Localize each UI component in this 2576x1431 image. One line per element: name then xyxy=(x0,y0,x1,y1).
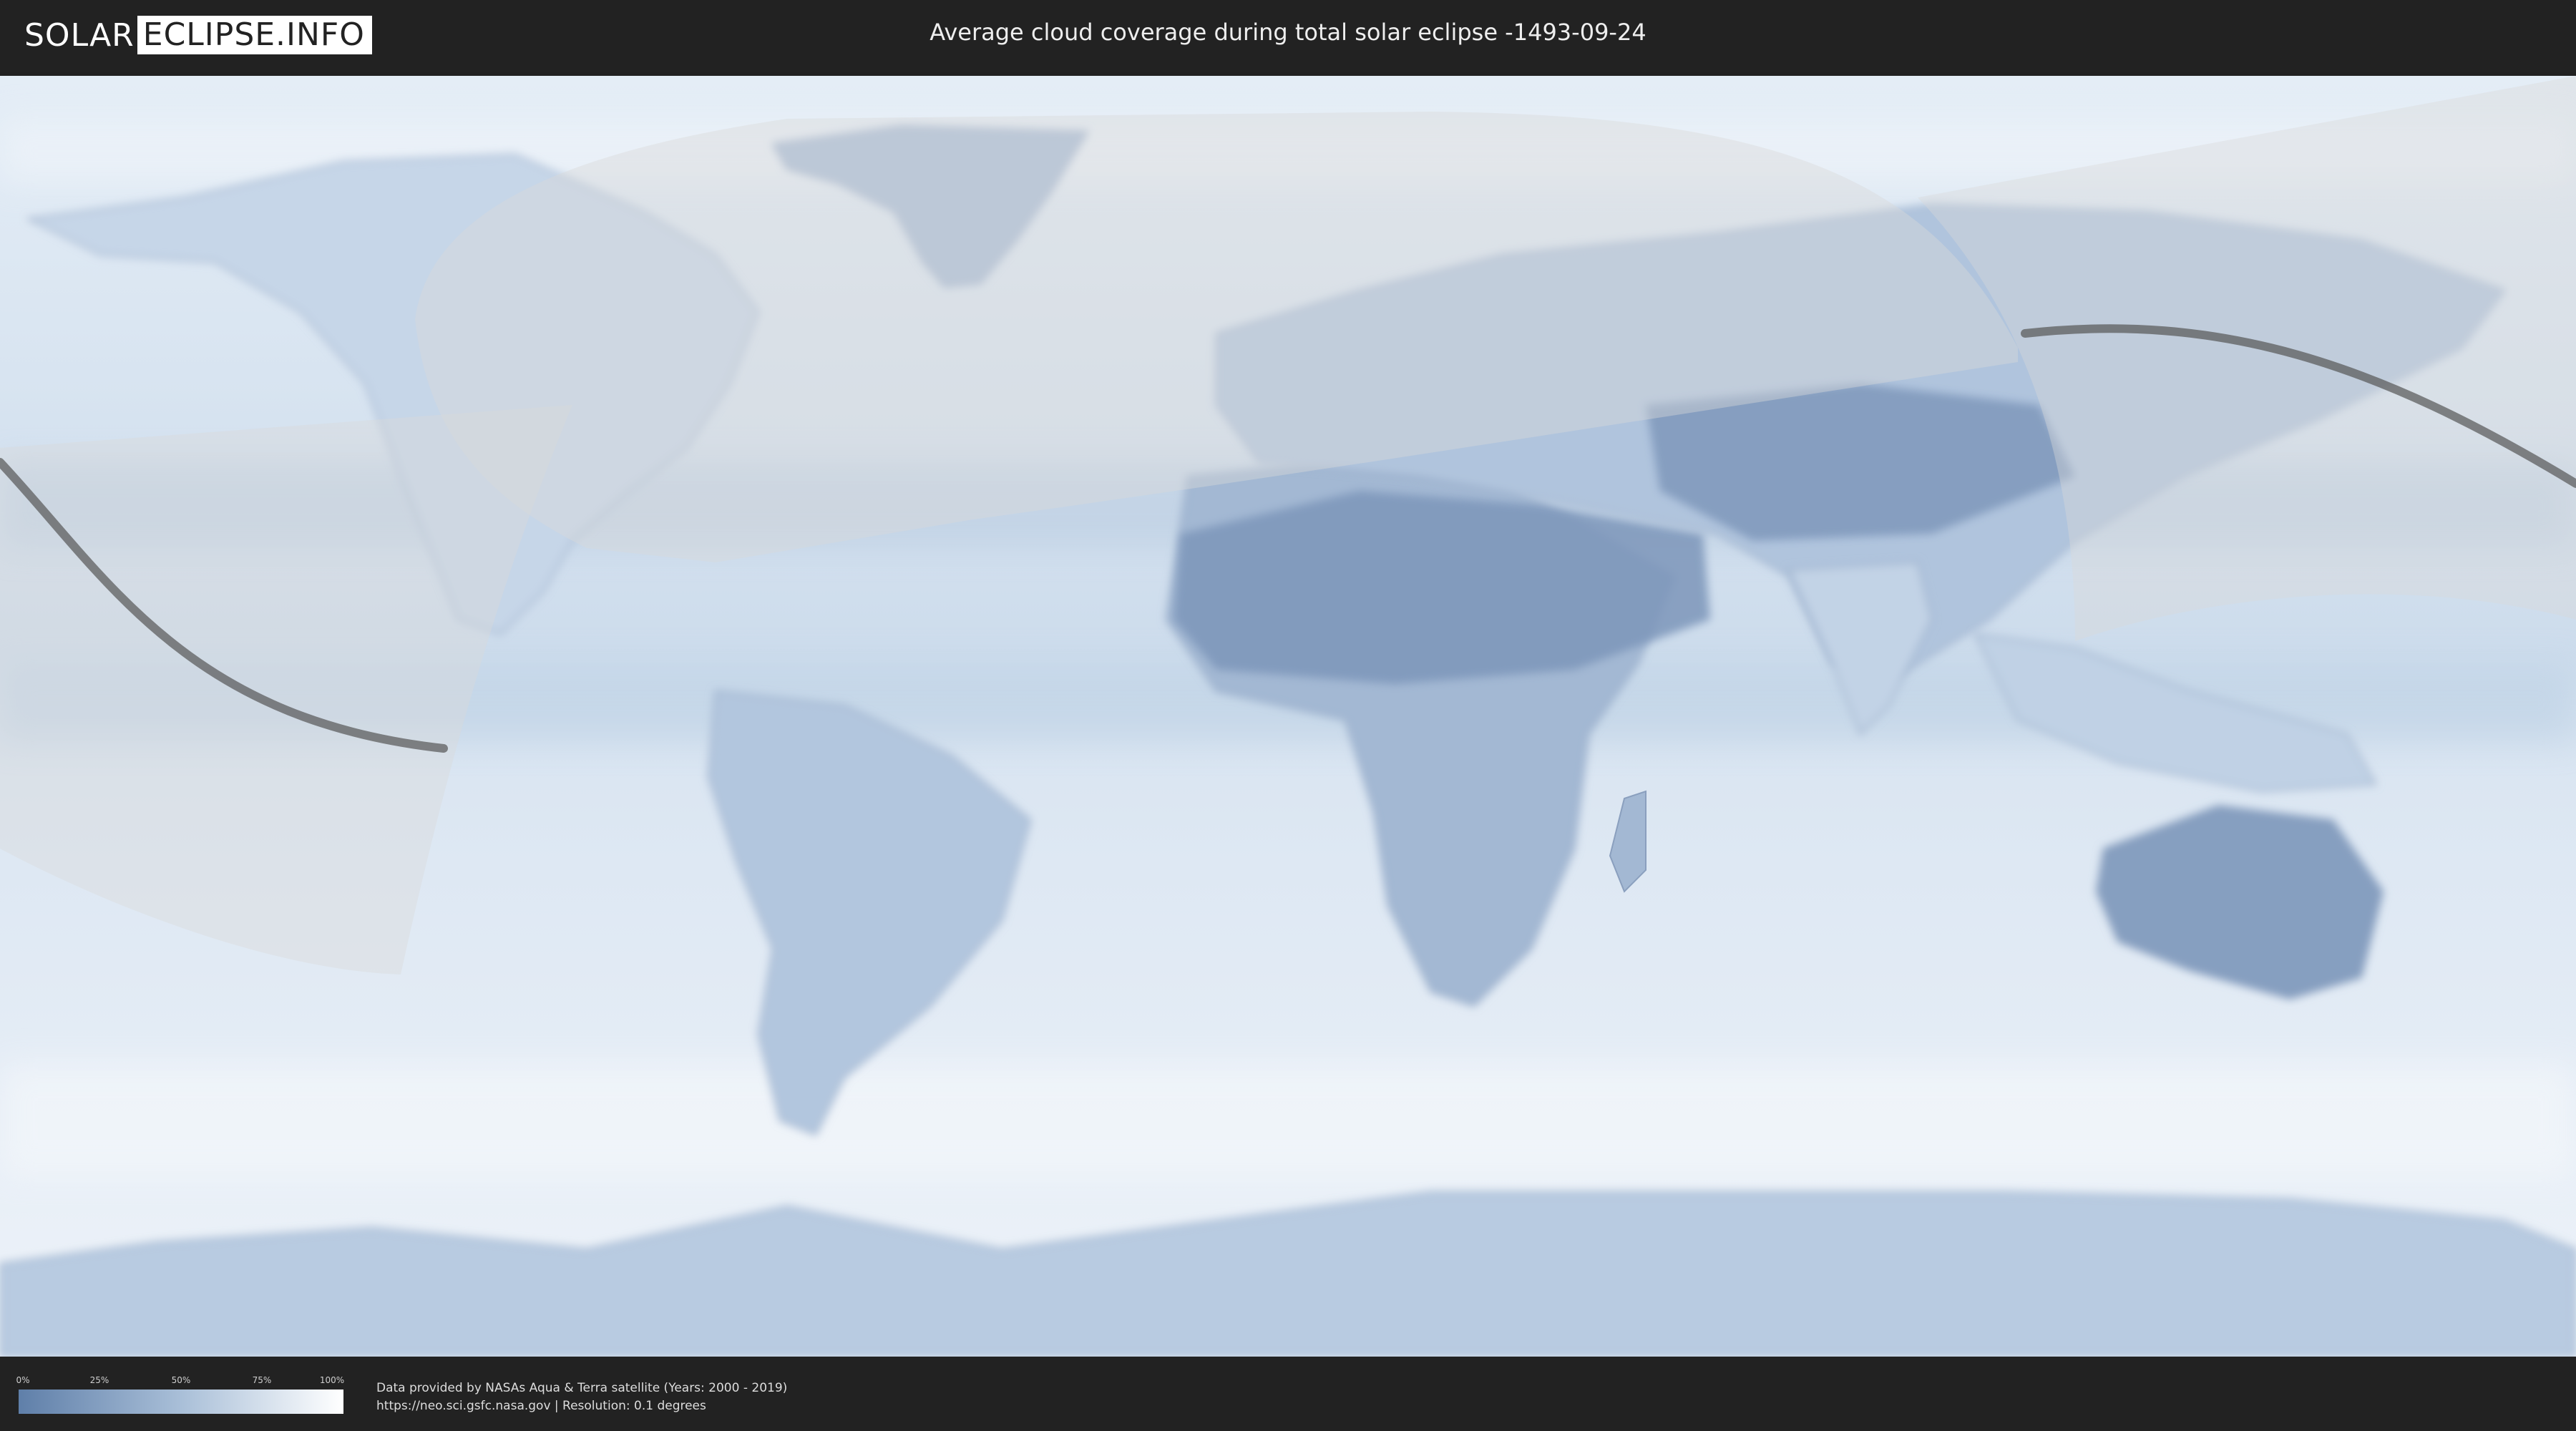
legend-tick-50: 50% xyxy=(171,1375,191,1385)
legend-tick-100: 100% xyxy=(319,1375,345,1385)
legend-tick-75: 75% xyxy=(252,1375,272,1385)
legend-color-bar xyxy=(19,1390,343,1414)
legend-tick-25: 25% xyxy=(89,1375,109,1385)
cloud-coverage-legend: 0% 25% 50% 75% 100% xyxy=(16,1375,345,1415)
credits-line-url[interactable]: https://neo.sci.gsfc.nasa.gov | Resoluti… xyxy=(376,1397,787,1415)
page-title: Average cloud coverage during total sola… xyxy=(930,19,1646,46)
world-map-graphic xyxy=(0,76,2576,1357)
legend-tick-0: 0% xyxy=(16,1375,30,1385)
cloud-coverage-map xyxy=(0,76,2576,1357)
data-credits: Data provided by NASAs Aqua & Terra sate… xyxy=(376,1379,787,1415)
header-bar: SOLAR ECLIPSE.INFO Average cloud coverag… xyxy=(0,0,2576,72)
credits-line-source: Data provided by NASAs Aqua & Terra sate… xyxy=(376,1381,788,1395)
